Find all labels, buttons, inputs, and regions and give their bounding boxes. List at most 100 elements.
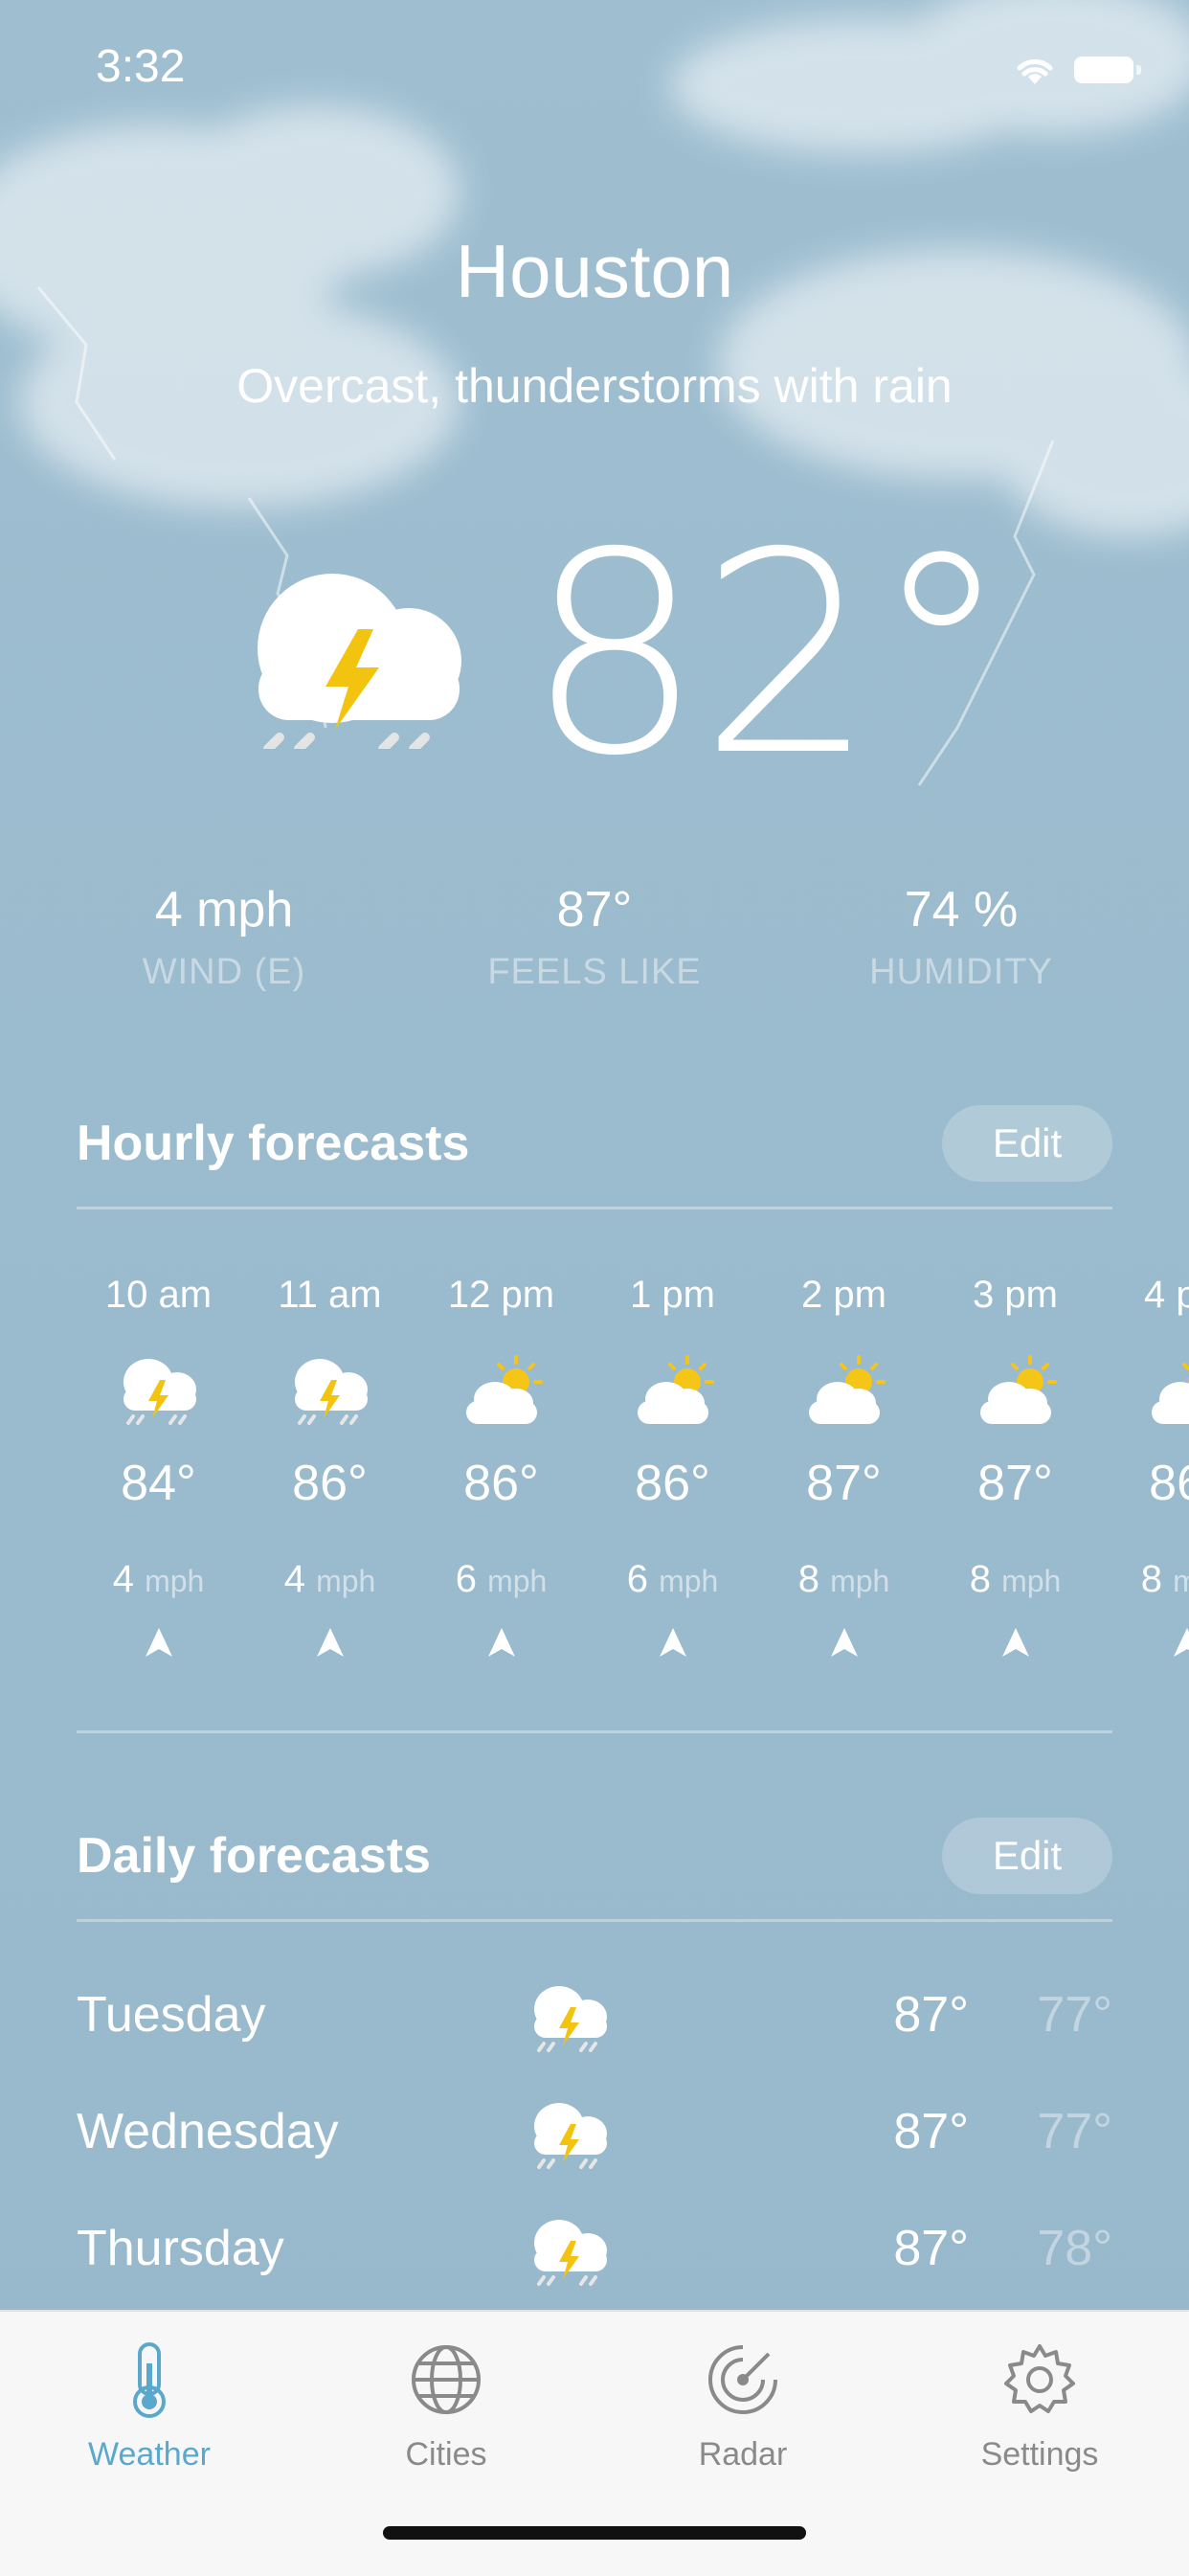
status-icons: [1013, 54, 1133, 86]
day-name: Tuesday: [77, 1986, 266, 2044]
hour-temp: 86°: [1101, 1455, 1189, 1512]
hourly-item: 12 pm 86° 6 mph: [415, 1274, 587, 1659]
wind-speed: 8: [1141, 1558, 1162, 1600]
humidity-label: HUMIDITY: [779, 952, 1143, 993]
feels-like-value: 87°: [413, 881, 776, 938]
day-high: 87°: [893, 2220, 969, 2277]
hourly-item: 10 am84°4 mph: [73, 1274, 244, 1659]
wind-speed: 8: [798, 1558, 819, 1600]
thunderstorm-rain-icon: [527, 2212, 613, 2289]
thunderstorm-rain-icon: [116, 1351, 202, 1428]
wind-direction-arrow-icon: [999, 1626, 1032, 1659]
hourly-item: 1 pm86°6 mph: [587, 1274, 758, 1659]
daily-row[interactable]: Tuesday 87° 77°: [77, 1969, 1112, 2065]
hour-temp: 86°: [244, 1455, 415, 1512]
day-name: Wednesday: [77, 2103, 339, 2160]
wind-unit: mph: [1173, 1564, 1189, 1598]
divider: [77, 1730, 1112, 1733]
wind-direction-arrow-icon: [485, 1626, 518, 1659]
hour-time: 4 pm: [1101, 1274, 1189, 1317]
hourly-item: 11 am 86° 4 mph: [244, 1274, 415, 1659]
day-low: 77°: [1037, 1986, 1112, 2044]
hourly-edit-button[interactable]: Edit: [942, 1105, 1112, 1182]
wind-direction-arrow-icon: [314, 1626, 347, 1659]
thunderstorm-rain-icon: [527, 2095, 613, 2172]
daily-row[interactable]: Thursday87°78°: [77, 2203, 1112, 2298]
thunderstorm-rain-icon: [527, 1978, 613, 2055]
tab-label: Weather: [39, 2436, 259, 2474]
wind-stat: 4 mph WIND (E): [42, 881, 406, 993]
thermometer-icon: [110, 2340, 189, 2419]
current-temperature: 82°: [527, 517, 1007, 795]
wind-unit: mph: [830, 1564, 889, 1598]
humidity-value: 74 %: [779, 881, 1143, 938]
thunderstorm-rain-icon: [287, 1351, 373, 1428]
wind-direction-arrow-icon: [1171, 1626, 1189, 1659]
partly-sunny-icon: [973, 1351, 1059, 1428]
home-indicator: [383, 2526, 806, 2540]
hour-temp: 86°: [415, 1455, 587, 1512]
gear-icon: [1000, 2340, 1079, 2419]
tab-weather[interactable]: Weather: [39, 2340, 259, 2474]
hour-wind: 8 mph: [930, 1558, 1101, 1601]
wind-speed: 6: [456, 1558, 477, 1600]
feels-like-label: FEELS LIKE: [413, 952, 776, 993]
wind-unit: mph: [487, 1564, 547, 1598]
wind-unit: mph: [145, 1564, 204, 1598]
feels-like-stat: 87° FEELS LIKE: [413, 881, 776, 993]
wind-speed: 4: [284, 1558, 305, 1600]
wind-speed: 6: [627, 1558, 648, 1600]
hour-temp: 84°: [73, 1455, 244, 1512]
partly-sunny-icon: [630, 1351, 716, 1428]
humidity-stat: 74 % HUMIDITY: [779, 881, 1143, 993]
divider: [77, 1919, 1112, 1922]
city-name: Houston: [0, 228, 1189, 315]
hour-time: 1 pm: [587, 1274, 758, 1317]
tab-bar: Weather Cities Radar Settings: [0, 2310, 1189, 2576]
tab-label: Cities: [336, 2436, 556, 2474]
wind-label: WIND (E): [42, 952, 406, 993]
hour-wind: 4 mph: [244, 1558, 415, 1601]
status-time: 3:32: [96, 40, 185, 93]
wind-direction-arrow-icon: [828, 1626, 861, 1659]
hour-wind: 4 mph: [73, 1558, 244, 1601]
day-high: 87°: [893, 2103, 969, 2160]
wifi-icon: [1013, 54, 1057, 86]
daily-forecasts-title: Daily forecasts: [77, 1827, 431, 1885]
hourly-item: 2 pm 87° 8 mph: [758, 1274, 930, 1659]
hour-wind: 8 mph: [758, 1558, 930, 1601]
thunderstorm-rain-icon: [251, 567, 461, 749]
tab-settings[interactable]: Settings: [930, 2340, 1150, 2474]
day-low: 78°: [1037, 2220, 1112, 2277]
wind-direction-arrow-icon: [143, 1626, 175, 1659]
hourly-forecast-list[interactable]: 10 am84°4 mph11 am86°4 mph12 pm86°6 mph1…: [0, 1274, 1189, 1705]
partly-sunny-icon: [801, 1351, 887, 1428]
hour-temp: 87°: [758, 1455, 930, 1512]
wind-speed: 8: [970, 1558, 991, 1600]
hour-time: 2 pm: [758, 1274, 930, 1317]
tab-cities[interactable]: Cities: [336, 2340, 556, 2474]
hour-wind: 6 mph: [415, 1558, 587, 1601]
hour-time: 12 pm: [415, 1274, 587, 1317]
hour-temp: 86°: [587, 1455, 758, 1512]
wind-direction-arrow-icon: [657, 1626, 689, 1659]
radar-icon: [704, 2340, 782, 2419]
daily-edit-button[interactable]: Edit: [942, 1818, 1112, 1894]
daily-row[interactable]: Wednesday 87° 77°: [77, 2086, 1112, 2181]
hour-wind: 8 mph: [1101, 1558, 1189, 1601]
day-low: 77°: [1037, 2103, 1112, 2160]
tab-label: Settings: [930, 2436, 1150, 2474]
day-high: 87°: [893, 1986, 969, 2044]
tab-label: Radar: [633, 2436, 853, 2474]
hour-temp: 87°: [930, 1455, 1101, 1512]
partly-sunny-icon: [459, 1351, 545, 1428]
battery-icon: [1074, 56, 1133, 83]
condition-text: Overcast, thunderstorms with rain: [0, 358, 1189, 414]
wind-unit: mph: [316, 1564, 375, 1598]
hourly-item: 3 pm 87° 8 mph: [930, 1274, 1101, 1659]
globe-icon: [407, 2340, 485, 2419]
hour-time: 3 pm: [930, 1274, 1101, 1317]
divider: [77, 1207, 1112, 1209]
hour-time: 11 am: [244, 1274, 415, 1317]
tab-radar[interactable]: Radar: [633, 2340, 853, 2474]
